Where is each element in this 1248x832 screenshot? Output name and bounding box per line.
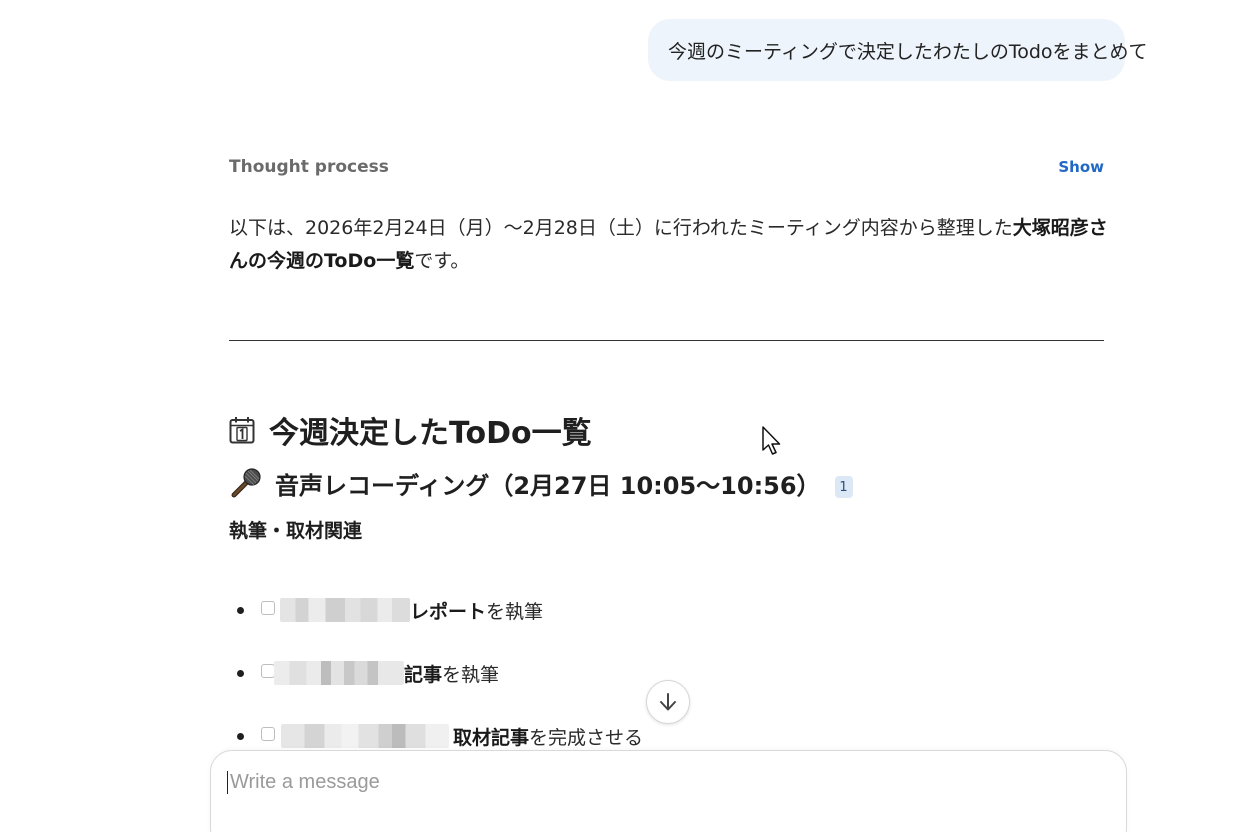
- user-message-bubble: 今週のミーティングで決定したわたしのTodoをまとめて: [648, 19, 1148, 81]
- todo-item: レポート を執筆: [237, 593, 543, 627]
- todo-checkbox[interactable]: [261, 664, 275, 678]
- arrow-down-icon: [660, 693, 676, 711]
- todo-rest-text: を執筆: [486, 600, 544, 623]
- todo-rest-text: を執筆: [442, 663, 500, 686]
- message-input[interactable]: [227, 771, 1090, 794]
- todo-item: 記事 を執筆: [237, 656, 499, 690]
- section-label: 執筆・取材関連: [229, 520, 363, 542]
- show-thought-button[interactable]: Show: [1058, 158, 1104, 176]
- horizontal-divider: [229, 340, 1104, 341]
- calendar-icon: [229, 417, 255, 444]
- todo-strong-text: 記事: [404, 663, 443, 686]
- citation-badge[interactable]: 1: [834, 476, 853, 498]
- recording-heading-text: 音声レコーディング（2月27日 10:05～10:56）: [275, 471, 821, 500]
- intro-text: 以下は、2026年2月24日（月）～2月28日（土）に行われたミーティング内容か…: [229, 217, 1013, 239]
- intro-text-end: です。: [414, 250, 470, 272]
- recording-heading: 音声レコーディング（2月27日 10:05～10:56） 1: [229, 463, 853, 503]
- message-composer: [210, 750, 1127, 832]
- thought-process-row: Thought process Show: [229, 155, 1104, 179]
- user-message-text: 今週のミーティングで決定したわたしのTodoをまとめて: [668, 40, 1148, 63]
- todo-strong-text: レポート: [410, 600, 487, 623]
- chat-page: 今週のミーティングで決定したわたしのTodoをまとめて Thought proc…: [0, 0, 1248, 832]
- assistant-intro-paragraph: 以下は、2026年2月24日（月）～2月28日（土）に行われたミーティング内容か…: [229, 212, 1109, 278]
- mouse-cursor-icon: [762, 426, 781, 455]
- redacted-text: [281, 724, 449, 748]
- todo-item: 取材記事 を完成させる: [237, 719, 643, 753]
- todo-checkbox[interactable]: [261, 601, 275, 615]
- bullet: [237, 669, 244, 677]
- todo-rest-text: を完成させる: [529, 726, 644, 749]
- todo-list-heading-text: 今週決定したToDo一覧: [269, 416, 592, 451]
- microphone-icon: [231, 468, 261, 498]
- redacted-text: [274, 661, 404, 685]
- todo-checkbox[interactable]: [261, 727, 275, 741]
- todo-strong-text: 取材記事: [453, 726, 530, 749]
- redacted-text: [280, 598, 410, 622]
- bullet: [237, 606, 244, 614]
- todo-list-heading: 今週決定したToDo一覧: [229, 406, 592, 454]
- scroll-to-bottom-button[interactable]: [646, 680, 690, 724]
- bullet: [237, 732, 244, 740]
- thought-process-label: Thought process: [229, 157, 389, 177]
